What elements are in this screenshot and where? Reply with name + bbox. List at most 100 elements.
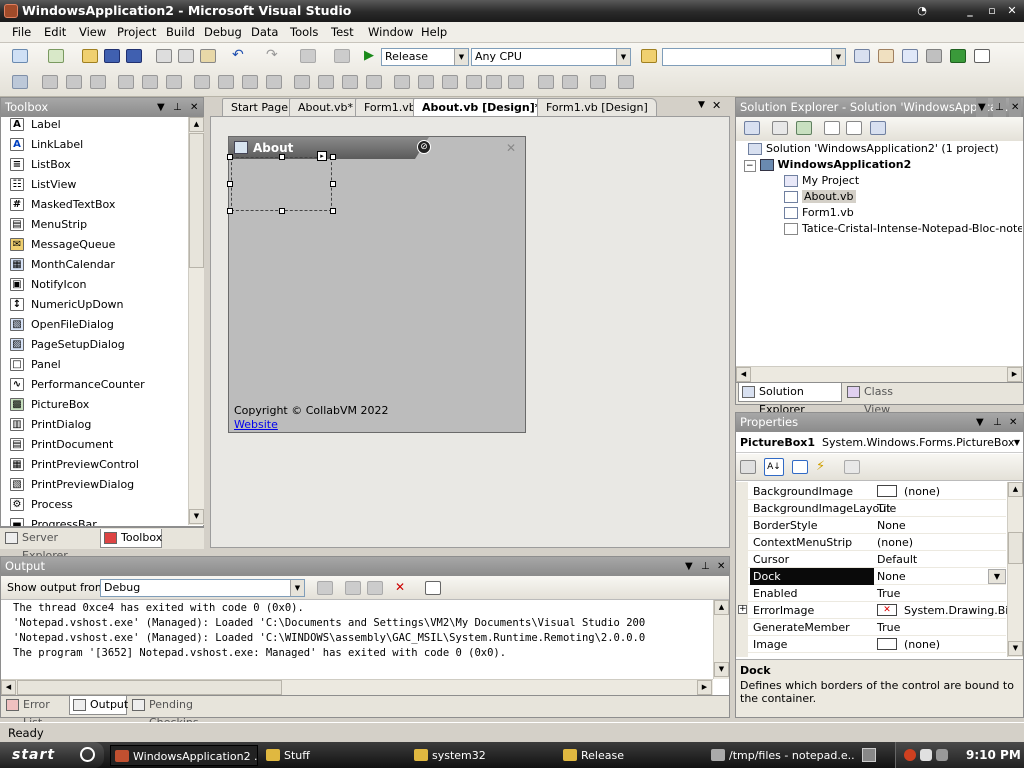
scroll-right-icon[interactable]: ▶ bbox=[1007, 367, 1022, 382]
output-vscrollbar[interactable]: ▲ ▼ bbox=[713, 600, 729, 679]
dropdown-icon[interactable]: ▼ bbox=[157, 98, 165, 117]
close-button[interactable]: ✕ bbox=[1004, 3, 1020, 18]
lock-controls-icon[interactable] bbox=[590, 75, 606, 89]
menu-edit[interactable]: Edit bbox=[44, 25, 66, 39]
scroll-thumb[interactable] bbox=[17, 680, 282, 695]
next-message-icon[interactable] bbox=[367, 581, 383, 595]
clock[interactable]: 9:10 PM bbox=[966, 748, 1021, 762]
close-icon[interactable]: ✕ bbox=[717, 557, 725, 576]
close-icon[interactable]: ✕ bbox=[1009, 413, 1017, 432]
prop-generatemember[interactable]: GenerateMember True bbox=[736, 619, 1006, 636]
prop-backgroundimage[interactable]: BackgroundImage (none) bbox=[736, 483, 1006, 500]
maximize-button[interactable]: ▫ bbox=[984, 3, 1000, 18]
align-middles-icon[interactable] bbox=[142, 75, 158, 89]
scroll-up-icon[interactable]: ▲ bbox=[1008, 482, 1023, 497]
find-in-files-icon[interactable] bbox=[641, 49, 657, 63]
minimize-button[interactable]: _ bbox=[962, 3, 978, 18]
make-same-size-icon[interactable] bbox=[266, 75, 282, 89]
smart-tag-icon[interactable]: ▸ bbox=[317, 151, 327, 161]
view-designer-icon[interactable] bbox=[846, 121, 862, 135]
tab-pending-checkins[interactable]: Pending Checkins bbox=[129, 696, 233, 729]
scroll-down-icon[interactable]: ▼ bbox=[714, 662, 729, 677]
menu-help[interactable]: Help bbox=[421, 25, 447, 39]
task-notepad[interactable]: /tmp/files - notepad.e... bbox=[707, 745, 855, 766]
align-lefts-icon[interactable] bbox=[42, 75, 58, 89]
tab-toolbox[interactable]: Toolbox bbox=[100, 529, 162, 548]
collapse-icon[interactable]: − bbox=[744, 160, 756, 172]
menu-data[interactable]: Data bbox=[251, 25, 278, 39]
remove-vertical-spacing-icon[interactable] bbox=[466, 75, 482, 89]
properties-scrollbar[interactable]: ▲ ▼ bbox=[1007, 482, 1023, 657]
output-hscrollbar[interactable]: ◀ ▶ bbox=[1, 679, 713, 695]
align-rights-icon[interactable] bbox=[90, 75, 106, 89]
make-same-height-icon[interactable] bbox=[242, 75, 258, 89]
task-stuff[interactable]: Stuff bbox=[262, 745, 402, 766]
redo-icon[interactable]: ↷ bbox=[266, 48, 282, 63]
start-button[interactable]: start bbox=[0, 742, 104, 768]
task-visual-studio[interactable]: WindowsApplication2 ... bbox=[110, 745, 258, 766]
decrease-spacing-icon[interactable] bbox=[342, 75, 358, 89]
open-file-icon[interactable] bbox=[82, 49, 98, 63]
picturebox1[interactable] bbox=[231, 157, 332, 211]
scroll-left-icon[interactable]: ◀ bbox=[736, 367, 751, 382]
website-link[interactable]: Website bbox=[234, 418, 278, 431]
platform-select[interactable]: Any CPU ▼ bbox=[471, 48, 631, 66]
task-system32[interactable]: system32 bbox=[410, 745, 550, 766]
categorized-icon[interactable] bbox=[740, 460, 756, 474]
tab-form1-design[interactable]: Form1.vb [Design] bbox=[537, 98, 657, 116]
tab-output[interactable]: Output bbox=[69, 696, 128, 715]
pin-icon[interactable]: ⊥ bbox=[173, 98, 182, 117]
center-horizontally-icon[interactable] bbox=[486, 75, 502, 89]
horizontal-spacing-icon[interactable] bbox=[294, 75, 310, 89]
view-code-icon[interactable] bbox=[824, 121, 840, 135]
tab-start-page[interactable]: Start Page bbox=[222, 98, 297, 116]
tree-project[interactable]: − WindowsApplication2 bbox=[744, 157, 911, 174]
previous-message-icon[interactable] bbox=[345, 581, 361, 595]
solution-hscrollbar[interactable]: ◀ ▶ bbox=[736, 366, 1023, 382]
dropdown-icon[interactable]: ▼ bbox=[685, 557, 693, 576]
alphabetical-icon[interactable]: A↓ bbox=[764, 458, 784, 476]
output-text[interactable]: The thread 0xce4 has exited with code 0 … bbox=[1, 600, 713, 679]
class-diagram-icon[interactable] bbox=[870, 121, 886, 135]
events-icon[interactable]: ⚡ bbox=[816, 460, 832, 474]
scroll-thumb[interactable] bbox=[189, 133, 204, 268]
show-all-files-icon[interactable] bbox=[772, 121, 788, 135]
cut-icon[interactable] bbox=[156, 49, 172, 63]
tab-about-vb[interactable]: About.vb* bbox=[289, 98, 363, 116]
remove-spacing-icon[interactable] bbox=[366, 75, 382, 89]
prop-errorimage[interactable]: +ErrorImage✕System.Drawing.Bitm bbox=[736, 602, 1008, 619]
scroll-right-icon[interactable]: ▶ bbox=[697, 680, 712, 695]
dropdown-icon[interactable]: ▼ bbox=[976, 98, 988, 117]
properties-view-icon[interactable] bbox=[792, 460, 808, 474]
toolbox-scrollbar[interactable]: ▲ ▼ bbox=[188, 117, 204, 525]
vertical-spacing-icon[interactable] bbox=[394, 75, 410, 89]
tab-about-design[interactable]: About.vb [Design]* bbox=[413, 98, 550, 117]
prop-image[interactable]: Image (none) bbox=[736, 636, 1006, 653]
dropdown-icon[interactable]: ▼ bbox=[976, 413, 984, 432]
navigate-forward-icon[interactable] bbox=[334, 49, 350, 63]
prop-backgroundimagelayout[interactable]: BackgroundImageLayout Tile bbox=[736, 500, 1006, 517]
properties-icon[interactable] bbox=[744, 121, 760, 135]
tab-solution-explorer[interactable]: Solution Explorer bbox=[738, 383, 842, 416]
tab-server-explorer[interactable]: Server Explorer bbox=[2, 529, 98, 562]
find-combo[interactable]: ▼ bbox=[662, 48, 846, 66]
align-bottoms-icon[interactable] bbox=[166, 75, 182, 89]
pin-icon[interactable]: ⊥ bbox=[993, 413, 1002, 432]
scroll-down-icon[interactable]: ▼ bbox=[1008, 641, 1023, 656]
volume-icon[interactable] bbox=[936, 749, 948, 761]
about-form[interactable]: About ⊘ ✕ ▸ Copyright © CollabVM 2022 We… bbox=[227, 136, 526, 433]
tree-solution[interactable]: Solution 'WindowsApplication2' (1 projec… bbox=[748, 141, 999, 157]
start-page-icon[interactable] bbox=[950, 49, 966, 63]
task-release[interactable]: Release bbox=[559, 745, 699, 766]
scroll-thumb[interactable] bbox=[1008, 532, 1023, 564]
output-source-select[interactable]: Debug ▼ bbox=[100, 579, 305, 597]
dock-dropdown-icon[interactable]: ▼ bbox=[988, 569, 1006, 584]
prop-borderstyle[interactable]: BorderStyle None bbox=[736, 517, 1006, 534]
increase-vertical-spacing-icon[interactable] bbox=[418, 75, 434, 89]
add-item-icon[interactable] bbox=[48, 49, 64, 63]
menu-view[interactable]: View bbox=[79, 25, 106, 39]
save-icon[interactable] bbox=[104, 49, 120, 63]
scroll-left-icon[interactable]: ◀ bbox=[1, 680, 16, 695]
pin-icon[interactable]: ⊥ bbox=[701, 557, 710, 576]
properties-icon[interactable] bbox=[878, 49, 894, 63]
